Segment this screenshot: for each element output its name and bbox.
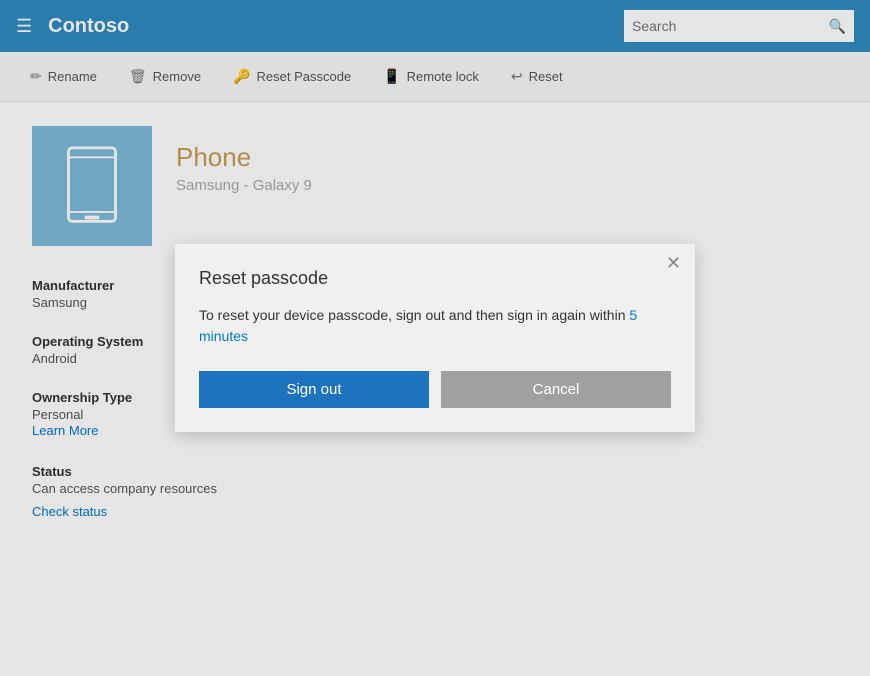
cancel-button[interactable]: Cancel [441,371,671,408]
modal-actions: Sign out Cancel [199,371,671,408]
sign-out-button[interactable]: Sign out [199,371,429,408]
modal-close-button[interactable]: ✕ [666,254,681,272]
reset-passcode-modal: ✕ Reset passcode To reset your device pa… [175,244,695,432]
modal-body: To reset your device passcode, sign out … [199,305,671,347]
modal-title: Reset passcode [199,268,671,289]
modal-body-text: To reset your device passcode, sign out … [199,307,629,323]
modal-overlay: ✕ Reset passcode To reset your device pa… [0,0,870,676]
